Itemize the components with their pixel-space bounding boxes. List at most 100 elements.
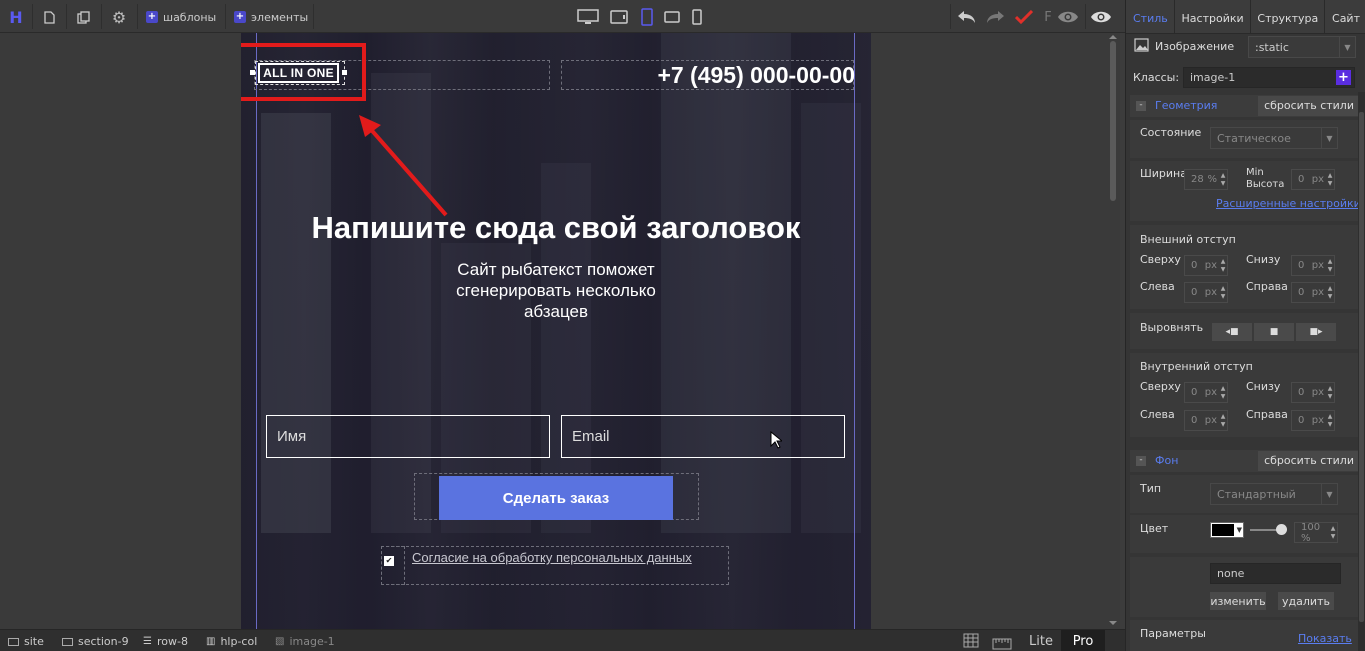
breadcrumb-label: hlp-col xyxy=(220,635,258,648)
new-page-icon[interactable] xyxy=(40,6,58,28)
align-center-icon[interactable]: ■ xyxy=(1254,323,1294,341)
params-label: Параметры xyxy=(1140,627,1206,640)
margin-bottom-input[interactable]: 0 px ▲ ▼ xyxy=(1291,255,1335,276)
pro-mode-button[interactable]: Pro xyxy=(1061,630,1105,651)
show-params-link[interactable]: Показать xyxy=(1298,632,1352,645)
stepper-icon[interactable]: ▲ ▼ xyxy=(1326,256,1334,275)
order-button[interactable]: Сделать заказ xyxy=(439,476,673,520)
redo-icon[interactable] xyxy=(984,6,1006,28)
undo-icon[interactable] xyxy=(956,6,978,28)
advanced-settings-link[interactable]: Расширенные настройки xyxy=(1216,197,1361,210)
background-reset-button[interactable]: сбросить стили xyxy=(1258,451,1360,471)
stepper-icon[interactable]: ▲ ▼ xyxy=(1219,256,1227,275)
bg-building xyxy=(801,103,861,533)
bg-image-input[interactable]: none xyxy=(1210,563,1341,584)
margin-right-input[interactable]: 0 px ▲ ▼ xyxy=(1291,282,1335,303)
breadcrumb-column[interactable]: ▥ hlp-col xyxy=(206,635,257,648)
scroll-up-arrow-icon[interactable] xyxy=(1109,35,1117,39)
stepper-icon[interactable]: ▲ ▼ xyxy=(1329,523,1337,542)
stepper-icon[interactable]: ▲ ▼ xyxy=(1219,170,1227,189)
tablet-view-icon[interactable] xyxy=(640,6,654,28)
chevron-down-icon: ▼ xyxy=(1321,128,1337,148)
stepper-icon[interactable]: ▲ ▼ xyxy=(1219,383,1227,402)
state-select[interactable]: Статическое ▼ xyxy=(1210,127,1338,149)
stepper-icon[interactable]: ▲ ▼ xyxy=(1219,283,1227,302)
ruler-icon[interactable] xyxy=(992,635,1012,651)
stepper-icon[interactable]: ▲ ▼ xyxy=(1219,411,1227,430)
name-input[interactable]: Имя xyxy=(266,415,550,458)
geometry-section-header[interactable]: - Геометрия сбросить стили xyxy=(1130,95,1362,117)
view-eye-icon[interactable] xyxy=(1089,6,1113,28)
tab-structure[interactable]: Структура xyxy=(1250,0,1324,34)
bg-type-select[interactable]: Стандартный ▼ xyxy=(1210,483,1338,505)
unit: px xyxy=(1204,287,1217,298)
add-class-plus-icon[interactable]: + xyxy=(1336,70,1351,85)
scrollbar-thumb[interactable] xyxy=(1110,41,1116,201)
mouse-cursor-icon xyxy=(770,431,782,449)
preview-eye-icon[interactable] xyxy=(1056,6,1080,28)
tab-style[interactable]: Стиль xyxy=(1126,0,1174,34)
laptop-view-icon[interactable] xyxy=(609,6,629,28)
canvas-scrollbar[interactable] xyxy=(1107,33,1120,629)
panel-scrollbar-thumb[interactable] xyxy=(1359,112,1364,622)
templates-button[interactable]: + шаблоны xyxy=(146,8,216,26)
padding-top-input[interactable]: 0 px ▲ ▼ xyxy=(1184,382,1228,403)
stepper-icon[interactable]: ▲ ▼ xyxy=(1326,283,1334,302)
breadcrumb-section[interactable]: section-9 xyxy=(62,635,129,648)
tab-site[interactable]: Сайт xyxy=(1325,0,1365,34)
padding-right-input[interactable]: 0 px ▲ ▼ xyxy=(1291,410,1335,431)
margin-right-value: 0 xyxy=(1298,287,1305,298)
class-input[interactable]: image-1 xyxy=(1183,67,1355,88)
opacity-input[interactable]: 100 % ▲ ▼ xyxy=(1294,522,1338,544)
panel-scrollbar[interactable] xyxy=(1358,92,1365,651)
row-icon: ☰ xyxy=(143,636,152,647)
tab-settings[interactable]: Настройки xyxy=(1175,0,1250,34)
preview-letter[interactable]: F xyxy=(1043,6,1053,28)
desktop-view-icon[interactable] xyxy=(577,6,599,28)
settings-gear-icon[interactable]: ⚙ xyxy=(110,6,128,28)
margin-top-input[interactable]: 0 px ▲ ▼ xyxy=(1184,255,1228,276)
stepper-icon[interactable]: ▲ ▼ xyxy=(1326,411,1334,430)
align-left-icon[interactable]: ◂■ xyxy=(1212,323,1252,341)
padding-left-input[interactable]: 0 px ▲ ▼ xyxy=(1184,410,1228,431)
stepper-icon[interactable]: ▲ ▼ xyxy=(1326,170,1334,189)
background-section-header[interactable]: - Фон сбросить стили xyxy=(1130,450,1362,472)
padding-bottom-input[interactable]: 0 px ▲ ▼ xyxy=(1291,382,1335,403)
site-phone[interactable]: +7 (495) 000-00-00 xyxy=(657,62,855,89)
delete-image-button[interactable]: удалить xyxy=(1278,592,1334,610)
change-image-button[interactable]: изменить xyxy=(1210,592,1266,610)
app-logo[interactable]: H xyxy=(6,6,26,28)
collapse-minus-icon[interactable]: - xyxy=(1136,101,1146,111)
position-select[interactable]: :static ▼ xyxy=(1248,36,1356,58)
breadcrumb-site[interactable]: site xyxy=(8,635,44,648)
copy-icon[interactable] xyxy=(74,6,92,28)
save-check-icon[interactable] xyxy=(1013,6,1035,28)
align-right-icon[interactable]: ■▸ xyxy=(1296,323,1336,341)
site-subtext[interactable]: Сайт рыбатекст поможет сгенерировать нес… xyxy=(456,259,656,322)
width-input[interactable]: 28 % ▲ ▼ xyxy=(1184,169,1228,190)
elements-button[interactable]: + элементы xyxy=(234,8,308,26)
state-label: Состояние xyxy=(1140,126,1202,139)
lite-mode-button[interactable]: Lite xyxy=(1023,630,1059,651)
grid-icon[interactable] xyxy=(963,633,979,651)
breadcrumb-image[interactable]: ▧ image-1 xyxy=(275,635,335,648)
opacity-slider-handle[interactable] xyxy=(1276,524,1287,535)
min-height-input[interactable]: 0 px ▲ ▼ xyxy=(1291,169,1335,190)
site-preview[interactable]: ALL IN ONE +7 (495) 000-00-00 Напишите с… xyxy=(241,33,871,629)
scroll-down-arrow-icon[interactable] xyxy=(1109,621,1117,625)
stepper-icon[interactable]: ▲ ▼ xyxy=(1326,383,1334,402)
tablet-landscape-view-icon[interactable] xyxy=(663,6,681,28)
collapse-minus-icon[interactable]: - xyxy=(1136,456,1146,466)
state-group: Состояние Статическое ▼ xyxy=(1130,120,1362,158)
min-height-value: 0 xyxy=(1298,174,1305,185)
consent-checkbox[interactable]: ✔ xyxy=(384,556,394,566)
geometry-reset-button[interactable]: сбросить стили xyxy=(1258,96,1360,116)
breadcrumb-row[interactable]: ☰ row-8 xyxy=(143,635,188,648)
width-label: Ширина xyxy=(1140,167,1187,180)
color-swatch[interactable]: ▼ xyxy=(1210,522,1244,538)
email-input[interactable]: Email xyxy=(561,415,845,458)
consent-link[interactable]: Согласие на обработку персональных данны… xyxy=(412,550,692,565)
margin-left-input[interactable]: 0 px ▲ ▼ xyxy=(1184,282,1228,303)
site-headline[interactable]: Напишите сюда свой заголовок xyxy=(241,210,871,246)
phone-view-icon[interactable] xyxy=(691,6,703,28)
